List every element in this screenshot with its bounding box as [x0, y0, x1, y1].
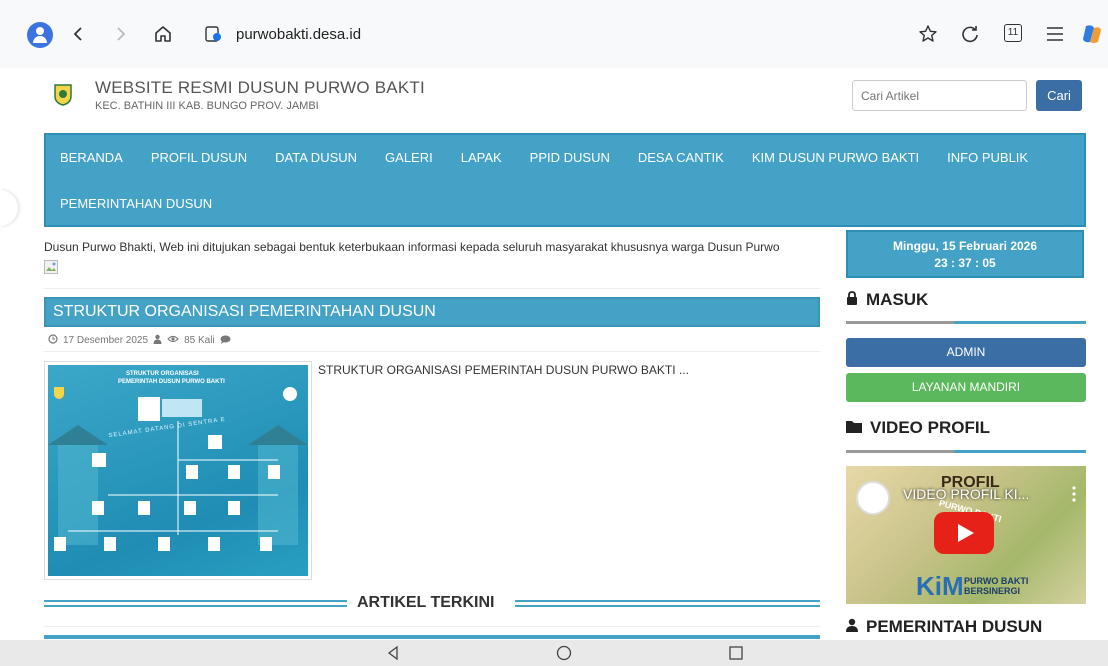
admin-button[interactable]: ADMIN: [846, 338, 1086, 367]
heading-rule-right: [515, 600, 820, 607]
site-subtitle: KEC. BATHIN III KAB. BUNGO PROV. JAMBI: [95, 100, 319, 112]
video-logo-line-1: PURWO BAKTI: [964, 576, 1029, 586]
back-icon[interactable]: [66, 22, 90, 46]
clock-time: 23 : 37 : 05: [934, 256, 996, 270]
play-button-icon[interactable]: [934, 512, 994, 554]
site-logo: [54, 84, 72, 106]
nav-item-galeri[interactable]: GALERI: [371, 135, 447, 181]
user-icon: [846, 617, 858, 637]
nav-row-1: BERANDA PROFIL DUSUN DATA DUSUN GALERI L…: [46, 135, 1042, 181]
author-icon: [153, 334, 162, 347]
video-more-icon[interactable]: [1072, 486, 1076, 502]
reload-icon[interactable]: [958, 22, 982, 46]
layanan-mandiri-button[interactable]: LAYANAN MANDIRI: [846, 373, 1086, 402]
article-date: 17 Desember 2025: [63, 335, 149, 346]
system-home-icon[interactable]: [556, 645, 572, 666]
login-heading: MASUK: [846, 290, 928, 310]
search-input[interactable]: [852, 80, 1027, 111]
gov-heading: PEMERINTAH DUSUN: [846, 617, 1042, 637]
login-heading-label: MASUK: [866, 290, 929, 309]
eye-icon: [167, 335, 179, 346]
nav-item-lapak[interactable]: LAPAK: [447, 135, 516, 181]
system-back-icon[interactable]: [387, 645, 399, 665]
broken-image-icon: [44, 260, 58, 274]
nav-item-pemerintahan-dusun[interactable]: PEMERINTAHAN DUSUN: [46, 181, 226, 227]
gov-heading-label: PEMERINTAH DUSUN: [866, 617, 1043, 636]
video-title[interactable]: VIDEO PROFIL KI...: [903, 486, 1029, 502]
article-thumbnail[interactable]: STRUKTUR ORGANISASI PEMERINTAH DUSUN PUR…: [44, 361, 312, 580]
org-chart-diagram: [48, 397, 308, 551]
video-logo-tagline: PURWO BAKTI BERSINERGI: [964, 576, 1028, 596]
comments-icon: [220, 335, 231, 347]
video-embed[interactable]: PROFIL PURWO BAKTI VIDEO PROFIL KI... Ki…: [846, 466, 1086, 604]
clock-date: Minggu, 15 Februari 2026: [892, 239, 1038, 253]
video-logo-kim: KiM: [916, 571, 964, 601]
divider: [44, 626, 820, 627]
profile-avatar-icon[interactable]: [27, 22, 53, 48]
bookmark-star-icon[interactable]: [916, 22, 940, 46]
article-title[interactable]: STRUKTUR ORGANISASI PEMERINTAHAN DUSUN: [44, 297, 820, 327]
intro-text: Dusun Purwo Bhakti, Web ini ditujukan se…: [44, 240, 780, 254]
heading-rule: [846, 321, 1086, 324]
heading-rule-left: [44, 600, 347, 607]
system-recents-icon[interactable]: [729, 646, 743, 665]
divider: [44, 288, 820, 289]
heading-rule: [846, 450, 1086, 453]
nav-item-kim[interactable]: KIM DUSUN PURWO BAKTI: [738, 135, 933, 181]
browser-toolbar: purwobakti.desa.id 11: [0, 0, 1108, 68]
video-heading-label: VIDEO PROFIL: [870, 418, 990, 437]
article-views: 85 Kali: [184, 335, 215, 346]
url-text[interactable]: purwobakti.desa.id: [236, 26, 361, 43]
nav-item-desa-cantik[interactable]: DESA CANTIK: [624, 135, 738, 181]
nav-item-data-dusun[interactable]: DATA DUSUN: [261, 135, 371, 181]
nav-item-beranda[interactable]: BERANDA: [46, 135, 137, 181]
side-panel-handle[interactable]: [0, 190, 18, 226]
video-logo-line-2: BERSINERGI: [964, 586, 1021, 596]
divider: [44, 351, 820, 352]
copilot-icon[interactable]: [1080, 22, 1104, 46]
home-icon[interactable]: [151, 22, 175, 46]
clock-icon: [48, 334, 58, 347]
channel-avatar[interactable]: [856, 481, 890, 515]
forward-icon[interactable]: [109, 22, 133, 46]
site-info-icon[interactable]: [204, 25, 222, 43]
main-navbar: BERANDA PROFIL DUSUN DATA DUSUN GALERI L…: [44, 133, 1086, 227]
system-navigation-bar: [0, 640, 1108, 666]
menu-icon[interactable]: [1043, 22, 1067, 46]
section-heading-artikel-terkini: ARTIKEL TERKINI: [44, 592, 820, 616]
article-meta: 17 Desember 2025 85 Kali: [48, 334, 231, 347]
nav-item-info-publik[interactable]: INFO PUBLIK: [933, 135, 1042, 181]
nav-item-ppid-dusun[interactable]: PPID DUSUN: [516, 135, 624, 181]
nav-row-2: PEMERINTAHAN DUSUN: [46, 181, 226, 227]
org-chart-image: STRUKTUR ORGANISASI PEMERINTAH DUSUN PUR…: [48, 365, 308, 576]
article-excerpt[interactable]: STRUKTUR ORGANISASI PEMERINTAH DUSUN PUR…: [318, 363, 689, 377]
video-heading: VIDEO PROFIL: [846, 418, 990, 438]
folder-icon: [846, 418, 862, 438]
tab-switcher-icon[interactable]: 11: [1004, 24, 1022, 42]
search-button[interactable]: Cari: [1036, 80, 1082, 111]
next-article-bar: [44, 635, 820, 639]
lock-icon: [846, 290, 858, 310]
section-heading-label: ARTIKEL TERKINI: [357, 594, 495, 611]
site-title[interactable]: WEBSITE RESMI DUSUN PURWO BAKTI: [95, 78, 425, 98]
date-time-widget: Minggu, 15 Februari 2026 23 : 37 : 05: [846, 230, 1084, 278]
nav-item-profil-dusun[interactable]: PROFIL DUSUN: [137, 135, 261, 181]
